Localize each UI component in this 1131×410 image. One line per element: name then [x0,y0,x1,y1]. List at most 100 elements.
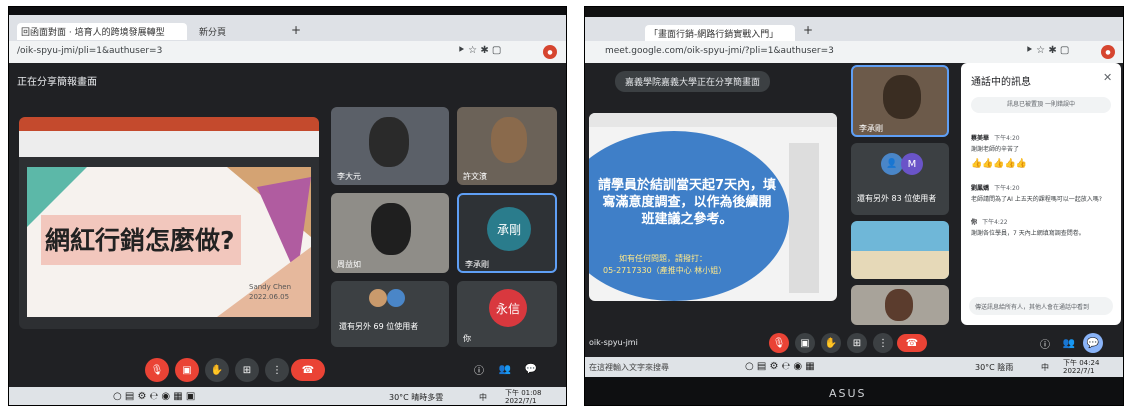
chat-message: 你 下午4:22 謝謝各位學員，7 天內上網填寫調查問卷。 [971,209,1113,237]
chat-time: 下午4:20 [994,185,1020,192]
chat-messages: 蔡美華 下午4:20 謝謝老師的辛苦了 👍👍👍👍👍 劉鳳嬌 下午4:20 老師請… [971,125,1113,243]
participant-name: 李承剛 [859,124,883,133]
close-icon[interactable]: ✕ [1103,71,1112,84]
people-icon[interactable]: 👥 [495,359,515,379]
chat-sender: 劉鳳嬌 [971,185,990,192]
pin-hint[interactable]: 訊息已被置頂 一則錯誤中 [971,97,1111,113]
slide-text: 請學員於結訓當天起7天內，填寫滿意度調查，以作為後續開班建議之參考。 [597,178,777,227]
chat-message: 劉鳳嬌 下午4:20 老師請問為了AI 上五天的課程嗎可以一起放入嗎? [971,175,1113,203]
toolbar-icons[interactable]: ⯈ ☆ ✱ ▢ [1025,45,1069,56]
chat-icon[interactable]: 💬 [1083,333,1103,353]
participant-name: 李承剛 [465,260,489,269]
chat-panel: 通話中的訊息 ✕ 訊息已被置頂 一則錯誤中 蔡美華 下午4:20 謝謝老師的辛苦… [961,63,1121,325]
profile-avatar[interactable]: ● [543,45,557,59]
ppt-titlebar [19,117,319,131]
present-button[interactable]: ⊞ [847,333,867,353]
beach-video-tile[interactable] [851,221,949,279]
video-person-icon [885,289,913,321]
toolbar-icons[interactable]: ⯈ ☆ ✱ ▢ [457,45,501,56]
slide-date: 2022.06.05 [249,293,290,301]
present-button[interactable]: ⊞ [235,358,259,382]
tab-new[interactable]: 新分頁 [199,25,269,38]
avatar-small-1: 👤 [881,153,903,175]
chat-time: 下午4:20 [994,135,1020,142]
viewer-toolbar [589,113,837,127]
chat-title: 通話中的訊息 [971,77,1031,88]
taskbar-icons[interactable]: ○ ▤ ⚙ ℮ ◉ ▦ [745,361,815,372]
participant-tile-2[interactable]: 許文濱 [457,107,557,185]
tab-meet[interactable]: 回函面對面 · 培育人的跨境發展轉型 [17,23,187,40]
taskbar-date: 2022/7/1 [505,397,537,405]
presentation-tile: 請學員於結訓當天起7天內，填寫滿意度調查，以作為後續開班建議之參考。 如有任何問… [589,113,837,301]
slide-contact-line2: 05-2717330（產推中心 林小姐） [603,266,727,275]
meet-stage: 正在分享簡報畫面 網紅行銷怎麼做? Sandy Chen 2022.06.05 [9,63,566,353]
video-person-icon [369,117,409,167]
windows-taskbar: 在這裡輸入文字來搜尋 ○ ▤ ⚙ ℮ ◉ ▦ 30°C 陰雨 中 下午 04:2… [585,357,1123,377]
taskbar-search[interactable]: 在這裡輸入文字來搜尋 [589,362,739,373]
participant-name: 許文濱 [463,172,487,181]
end-call-button[interactable]: ☎ [897,334,927,352]
slide-author: Sandy Chen [249,283,292,291]
chat-text: 老師請問為了AI 上五天的課程嗎可以一起放入嗎? [971,196,1102,203]
others-tile[interactable]: 還有另外 69 位使用者 [331,281,449,347]
more-options-button[interactable]: ⋮ [873,333,893,353]
url-field[interactable]: /oik-spyu-jmi/pli=1&authuser=3 [17,46,162,56]
windows-taskbar: ○ ▤ ⚙ ℮ ◉ ▦ ▣ 30°C 晴時多雲 中 下午 01:08 2022/… [9,387,566,405]
camera-off-button[interactable]: ▣ [175,358,199,382]
info-icon[interactable]: ⓘ [469,359,489,379]
chat-text: 👍👍👍👍👍 [971,159,1028,169]
more-options-button[interactable]: ⋮ [265,358,289,382]
others-tile[interactable]: 👤 M 還有另外 83 位使用者 [851,143,949,215]
chat-text: 謝謝各位學員，7 天內上網填寫調查問卷。 [971,230,1085,237]
meeting-code: oik-spyu-jmi [589,338,638,347]
participant-tile-2[interactable] [851,285,949,325]
self-tile[interactable]: 永信 你 [457,281,557,347]
slide-heading: 網紅行銷怎麼做? [45,226,235,255]
share-banner: 嘉義學院嘉義大學正在分享簡畫面 [615,71,771,92]
slide: 網紅行銷怎麼做? Sandy Chen 2022.06.05 [27,167,311,317]
chat-message: 👍👍👍👍👍 [971,159,1113,169]
chat-time: 下午4:22 [982,219,1008,226]
photo-right-meeting: 「畫面行銷-網路行銷實戰入門」 + meet.google.com/oik-sp… [584,6,1124,406]
taskbar-icons[interactable]: ○ ▤ ⚙ ℮ ◉ ▦ ▣ [113,391,195,402]
chat-input[interactable]: 傳送訊息給所有人，其他人會在通話中看到 [969,297,1113,315]
video-person-icon [491,117,527,163]
participant-name: 周益如 [337,260,361,269]
taskbar-date: 2022/7/1 [1063,367,1095,375]
meet-stage: 嘉義學院嘉義大學正在分享簡畫面 請學員於結訓當天起7天內，填寫滿意度調查，以作為… [585,63,1123,329]
controls-bar: 🎙 ▣ ✋ ⊞ ⋮ ☎ ⓘ 👥 💬 [9,353,566,387]
new-tab-icon[interactable]: + [803,23,813,37]
chat-message: 蔡美華 下午4:20 謝謝老師的辛苦了 [971,125,1113,153]
others-count: 還有另外 69 位使用者 [339,322,419,331]
viewer-thumbnails [789,143,819,293]
participant-name: 李大元 [337,172,361,181]
end-call-button[interactable]: ☎ [291,359,325,381]
monitor-brand: ASUS [829,387,867,400]
participant-tile-4[interactable]: 承剛 李承剛 [457,193,557,273]
people-icon[interactable]: 👥 [1059,333,1079,353]
raise-hand-button[interactable]: ✋ [821,333,841,353]
tab-meet[interactable]: 「畫面行銷-網路行銷實戰入門」 [645,25,795,42]
raise-hand-button[interactable]: ✋ [205,358,229,382]
info-icon[interactable]: ⓘ [1035,333,1055,353]
share-banner: 正在分享簡報畫面 [17,77,97,88]
participant-tile-1[interactable]: 李承剛 [851,65,949,137]
participant-tile-3[interactable]: 周益如 [331,193,449,273]
video-person-icon [883,75,921,119]
avatar-small-1 [369,289,387,307]
profile-avatar[interactable]: ● [1101,45,1115,59]
chat-icon[interactable]: 💬 [521,359,541,379]
new-tab-icon[interactable]: + [291,23,301,37]
self-name: 你 [463,334,471,343]
url-field[interactable]: meet.google.com/oik-spyu-jmi/?pli=1&auth… [605,46,834,56]
monitor-bezel: ASUS [585,377,1123,405]
mic-off-button[interactable]: 🎙 [769,333,789,353]
controls-bar: oik-spyu-jmi 🎙 ▣ ✋ ⊞ ⋮ ☎ ⓘ 👥 💬 [585,329,1123,357]
chat-sender: 蔡美華 [971,135,990,142]
participant-tile-1[interactable]: 李大元 [331,107,449,185]
mic-off-button[interactable]: 🎙 [145,358,169,382]
address-bar: /oik-spyu-jmi/pli=1&authuser=3 ⯈ ☆ ✱ ▢ ● [9,41,566,63]
camera-button[interactable]: ▣ [795,333,815,353]
avatar-m: M [901,153,923,175]
chat-sender: 你 [971,219,978,226]
